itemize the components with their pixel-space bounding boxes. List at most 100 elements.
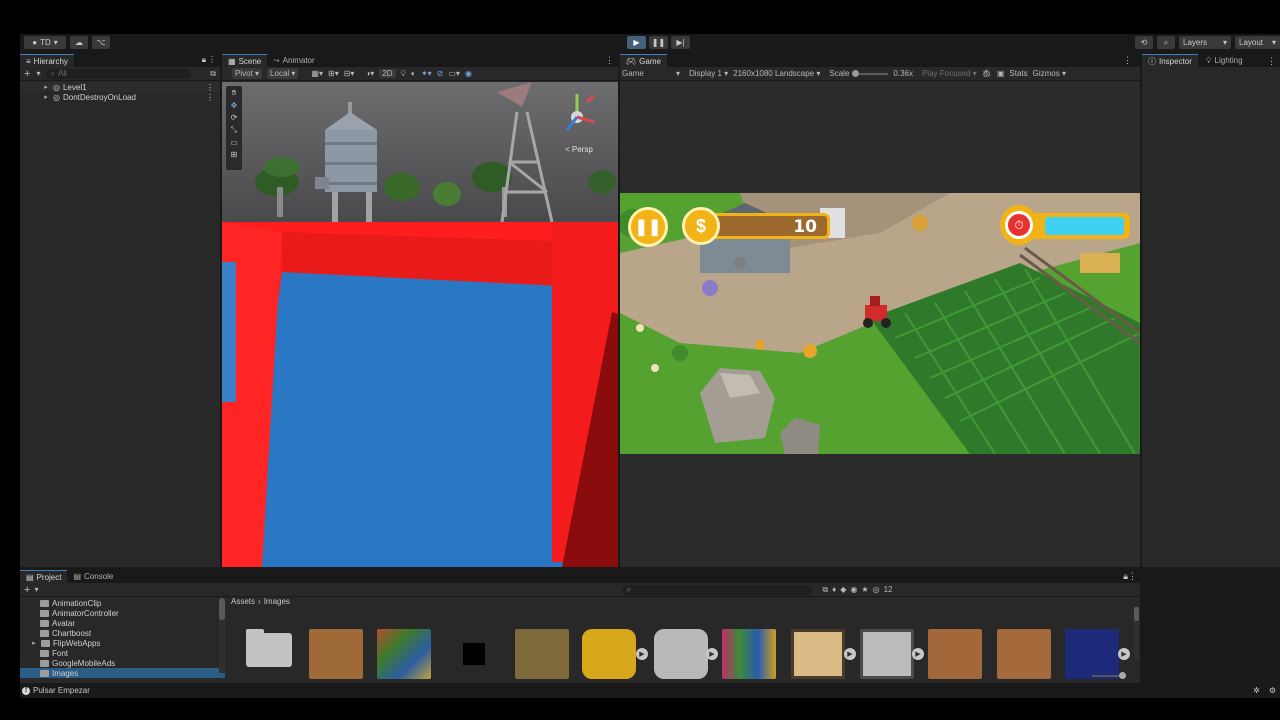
- account-dropdown[interactable]: ● TD ▾: [24, 36, 66, 49]
- stats-button[interactable]: Stats: [1009, 69, 1027, 78]
- folder-chartboost[interactable]: Chartboost: [20, 628, 225, 638]
- scrollbar-thumb[interactable]: [1134, 607, 1139, 621]
- lock-icon[interactable]: 🔒︎: [202, 55, 206, 65]
- search-icon[interactable]: ⌕: [1157, 36, 1175, 49]
- pivot-dropdown[interactable]: Pivot ▾: [232, 68, 263, 79]
- lighting-toggle-icon[interactable]: 💡︎: [401, 69, 407, 79]
- asset-grid-scrollbar[interactable]: [1134, 607, 1139, 659]
- folder-flipwebapps[interactable]: ▸ FlipWebApps: [20, 638, 225, 648]
- kebab-menu-icon[interactable]: ⋮: [208, 55, 216, 64]
- expand-arrow-icon[interactable]: ▸: [42, 83, 50, 91]
- hierarchy-search-input[interactable]: ⌕ All: [46, 68, 192, 79]
- resolution-dropdown[interactable]: 2160x1080 Landscape ▾: [733, 69, 820, 78]
- hand-tool-icon[interactable]: ✋︎: [232, 88, 237, 98]
- scale-slider-handle[interactable]: [852, 69, 860, 77]
- folder-animatorcontroller[interactable]: AnimatorController: [20, 608, 225, 618]
- breadcrumb-assets[interactable]: Assets: [231, 597, 255, 606]
- folder-font[interactable]: Font: [20, 648, 225, 658]
- filter-icon[interactable]: ⧉: [210, 69, 216, 79]
- stats-toggle-icon[interactable]: ▣: [997, 69, 1005, 78]
- tab-project[interactable]: ▤ Project: [20, 570, 68, 583]
- persp-label[interactable]: < Persp: [565, 145, 593, 154]
- folder-images[interactable]: Images: [20, 668, 225, 678]
- move-tool-icon[interactable]: ✥: [231, 101, 238, 110]
- slider-handle[interactable]: [1119, 672, 1126, 679]
- chevron-down-icon[interactable]: ▾: [36, 69, 40, 78]
- local-dropdown[interactable]: Local ▾: [267, 68, 299, 79]
- expand-arrow-icon[interactable]: ▸: [30, 639, 38, 647]
- image-asset-lock-button[interactable]: [654, 629, 708, 679]
- folder-tree-scrollbar[interactable]: [219, 598, 225, 673]
- eye-icon[interactable]: ◎: [873, 585, 880, 594]
- increment-snap-icon[interactable]: ⊟▾: [344, 69, 355, 78]
- history-icon[interactable]: ⟲: [1135, 36, 1153, 49]
- tab-game[interactable]: 🎮︎ Game: [620, 54, 667, 67]
- folder-animationclip[interactable]: AnimationClip: [20, 598, 225, 608]
- game-viewport[interactable]: ❚❚ 10 $ ⏱︎: [620, 193, 1140, 454]
- folder-avatar[interactable]: Avatar: [20, 618, 225, 628]
- hidden-packages-icon[interactable]: ◉: [850, 585, 857, 594]
- step-button[interactable]: ▶|: [671, 36, 690, 49]
- cloud-icon[interactable]: ☁: [70, 36, 88, 49]
- mute-audio-icon[interactable]: 🐞︎: [982, 69, 992, 78]
- progress-icon[interactable]: ⚙: [1269, 686, 1276, 695]
- pause-game-button[interactable]: ❚❚: [628, 207, 668, 247]
- image-asset-promo-banner[interactable]: [1065, 629, 1119, 679]
- rect-tool-icon[interactable]: ▭: [230, 138, 238, 147]
- image-asset-panel-grey[interactable]: [860, 629, 914, 679]
- toggle-2d-button[interactable]: 2D: [379, 69, 396, 78]
- layout-dropdown[interactable]: Layout ▾: [1235, 36, 1280, 49]
- label-filter-icon[interactable]: ♦: [832, 585, 836, 594]
- kebab-menu-icon[interactable]: ⋮: [206, 83, 214, 92]
- kebab-menu-icon[interactable]: ⋮: [1123, 55, 1132, 66]
- favorite-icon[interactable]: ★: [861, 585, 868, 594]
- project-search-input[interactable]: ⌕: [622, 584, 813, 595]
- scrollbar-thumb[interactable]: [219, 598, 225, 620]
- image-asset-panel-tan[interactable]: [791, 629, 845, 679]
- gizmos-icon[interactable]: ◉: [465, 69, 472, 78]
- game-view-dropdown[interactable]: Game ▾: [622, 69, 680, 78]
- kebab-menu-icon[interactable]: ⋮: [206, 93, 214, 102]
- collab-icon[interactable]: ⌥: [92, 36, 110, 49]
- image-asset-character[interactable]: [515, 629, 569, 679]
- grid-snap-icon[interactable]: ▦▾: [311, 69, 323, 78]
- tab-lighting[interactable]: 💡︎ Lighting: [1200, 54, 1249, 67]
- thumbnail-size-slider[interactable]: [1092, 672, 1126, 679]
- tab-inspector[interactable]: ⓘ Inspector: [1142, 54, 1198, 67]
- hierarchy-item-level1[interactable]: ▸ ◎ Level1 ⋮: [20, 82, 220, 92]
- image-asset-video-button[interactable]: [582, 629, 636, 679]
- audio-toggle-icon[interactable]: 🔈︎: [411, 69, 416, 79]
- kebab-menu-icon[interactable]: ⋮: [1267, 56, 1276, 67]
- expand-sprites-button[interactable]: ▶: [1118, 648, 1130, 660]
- tag-icon[interactable]: ◆: [840, 585, 846, 594]
- tab-console[interactable]: ▤ Console: [67, 570, 119, 583]
- play-focused-dropdown[interactable]: Play Focused ▾: [922, 69, 977, 78]
- debug-mode-icon[interactable]: ✲: [1253, 686, 1260, 695]
- transform-tool-icon[interactable]: ⊞: [231, 150, 238, 159]
- scale-tool-icon[interactable]: ⤡: [231, 125, 237, 135]
- tab-hierarchy[interactable]: ≡ Hierarchy: [20, 54, 74, 67]
- type-filter-icon[interactable]: ⧉: [822, 585, 828, 595]
- layers-dropdown[interactable]: Layers ▾: [1179, 36, 1231, 49]
- tab-animator[interactable]: ⤳ Animator: [267, 54, 320, 67]
- pause-button[interactable]: ❚❚: [649, 36, 668, 49]
- gizmos-dropdown[interactable]: Gizmos ▾: [1033, 69, 1066, 78]
- scale-slider[interactable]: [852, 69, 889, 77]
- camera-settings-icon[interactable]: ▭▾: [448, 69, 460, 78]
- image-asset-black[interactable]: [463, 643, 485, 665]
- image-asset-wood-tile[interactable]: [309, 629, 363, 679]
- image-asset-dirt-tile[interactable]: [928, 629, 982, 679]
- rotate-tool-icon[interactable]: ⟳: [231, 113, 238, 122]
- folder-asset[interactable]: [246, 629, 292, 667]
- kebab-menu-icon[interactable]: ⋮: [1128, 571, 1137, 582]
- image-asset-icon-sheet[interactable]: [722, 629, 776, 679]
- effects-toggle-icon[interactable]: ✦▾: [421, 69, 432, 78]
- snap-icon[interactable]: ⊞▾: [328, 69, 339, 78]
- image-asset-sprite-sheet[interactable]: [377, 629, 431, 679]
- display-dropdown[interactable]: Display 1 ▾: [689, 69, 728, 78]
- kebab-menu-icon[interactable]: ⋮: [605, 55, 614, 66]
- scene-viewport[interactable]: ✋︎ ✥ ⟳ ⤡ ▭ ⊞ < Persp: [222, 82, 618, 567]
- expand-sprites-button[interactable]: ▶: [636, 648, 648, 660]
- hierarchy-item-dontdestroyonload[interactable]: ▸ ◎ DontDestroyOnLoad ⋮: [20, 92, 220, 102]
- expand-arrow-icon[interactable]: ▸: [42, 93, 50, 101]
